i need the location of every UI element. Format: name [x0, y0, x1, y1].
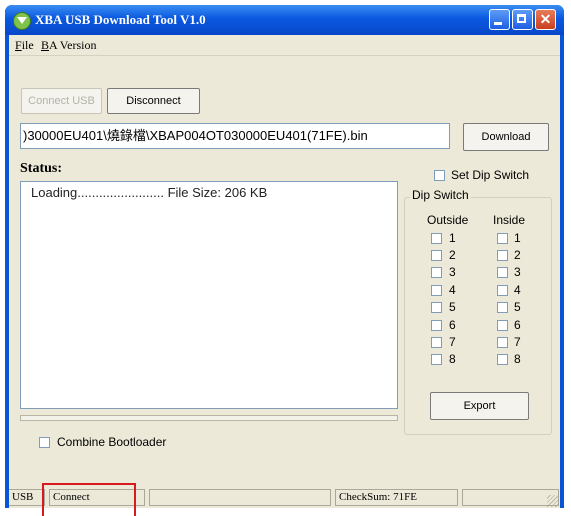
highlight-box: [42, 483, 136, 516]
usb-panel: USB: [9, 489, 45, 506]
app-window: XBA USB Download Tool V1.0 ✕ File BA Ver…: [5, 5, 564, 508]
dip-outside-2-checkbox[interactable]: [431, 250, 442, 261]
status-panel-end: [462, 489, 559, 506]
dip-inside-4-checkbox[interactable]: [497, 285, 508, 296]
menu-file[interactable]: File: [15, 38, 34, 53]
dip-outside-7-label: 7: [449, 335, 456, 349]
menu-ba-version[interactable]: BA Version: [41, 38, 96, 53]
dip-inside-2-label: 2: [514, 248, 521, 262]
title-bar[interactable]: XBA USB Download Tool V1.0 ✕: [5, 5, 564, 35]
app-icon: [13, 12, 31, 30]
dip-outside-5-checkbox[interactable]: [431, 302, 442, 313]
close-icon: ✕: [539, 11, 552, 27]
dip-inside-8-label: 8: [514, 352, 521, 366]
dip-outside-2-label: 2: [449, 248, 456, 262]
dip-outside-8-label: 8: [449, 352, 456, 366]
dip-outside-3-checkbox[interactable]: [431, 267, 442, 278]
dip-inside-6-checkbox[interactable]: [497, 320, 508, 331]
dialog-body: File BA Version Connect USB Disconnect )…: [9, 35, 560, 508]
connect-usb-button[interactable]: Connect USB: [21, 88, 102, 114]
close-button[interactable]: ✕: [535, 9, 556, 30]
dip-outside-4-label: 4: [449, 283, 456, 297]
combine-bootloader-checkbox[interactable]: [39, 437, 50, 448]
combine-bootloader-label: Combine Bootloader: [57, 435, 167, 449]
dip-outside-3-label: 3: [449, 265, 456, 279]
dip-outside-8-checkbox[interactable]: [431, 354, 442, 365]
dip-inside-7-checkbox[interactable]: [497, 337, 508, 348]
dip-outside-1-label: 1: [449, 231, 456, 245]
progress-bar: [20, 415, 398, 421]
dip-outside-7-checkbox[interactable]: [431, 337, 442, 348]
status-panel-empty: [149, 489, 331, 506]
outside-label: Outside: [427, 213, 469, 227]
status-log[interactable]: Loading........................ File Siz…: [20, 181, 398, 409]
dip-inside-5-label: 5: [514, 300, 521, 314]
set-dip-switch-checkbox[interactable]: [434, 170, 445, 181]
download-button[interactable]: Download: [463, 123, 549, 151]
file-path-field[interactable]: )30000EU401\燒錄檔\XBAP004OT030000EU401(71F…: [20, 123, 450, 149]
dip-inside-6-label: 6: [514, 318, 521, 332]
minimize-button[interactable]: [489, 9, 510, 30]
dip-outside-6-label: 6: [449, 318, 456, 332]
dip-inside-1-checkbox[interactable]: [497, 233, 508, 244]
dip-outside-6-checkbox[interactable]: [431, 320, 442, 331]
window-title: XBA USB Download Tool V1.0: [35, 12, 206, 27]
dip-outside-5-label: 5: [449, 300, 456, 314]
dip-outside-4-checkbox[interactable]: [431, 285, 442, 296]
set-dip-switch-label: Set Dip Switch: [451, 168, 530, 182]
checksum-panel: CheckSum: 71FE: [335, 489, 458, 506]
dip-inside-5-checkbox[interactable]: [497, 302, 508, 313]
disconnect-button[interactable]: Disconnect: [107, 88, 200, 114]
dip-inside-3-label: 3: [514, 265, 521, 279]
status-label: Status:: [20, 161, 63, 176]
dip-inside-3-checkbox[interactable]: [497, 267, 508, 278]
dip-inside-7-label: 7: [514, 335, 521, 349]
menu-bar: File BA Version: [9, 35, 560, 56]
export-button[interactable]: Export: [430, 392, 529, 420]
status-text: Loading........................ File Siz…: [31, 185, 268, 200]
resize-grip[interactable]: [547, 495, 559, 507]
dip-inside-8-checkbox[interactable]: [497, 354, 508, 365]
dip-inside-1-label: 1: [514, 231, 521, 245]
dip-inside-2-checkbox[interactable]: [497, 250, 508, 261]
inside-label: Inside: [493, 213, 526, 227]
maximize-button[interactable]: [512, 9, 533, 30]
dip-inside-4-label: 4: [514, 283, 521, 297]
dip-switch-title: Dip Switch: [410, 188, 471, 202]
dip-outside-1-checkbox[interactable]: [431, 233, 442, 244]
